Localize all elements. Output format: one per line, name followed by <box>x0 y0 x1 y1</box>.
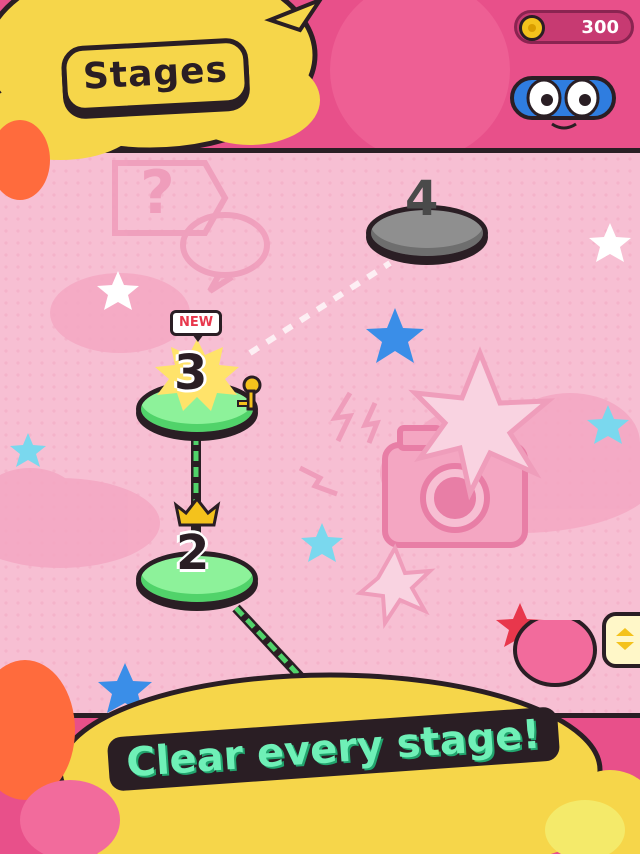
stage-3-number: 3 <box>174 345 208 401</box>
coin-icon <box>519 15 545 41</box>
page-title: Stages <box>60 37 251 114</box>
crown-icon <box>173 496 221 527</box>
new-badge: NEW <box>170 310 222 342</box>
stage-2-number: 2 <box>176 525 210 581</box>
coin-count: 300 <box>581 16 619 38</box>
mascot-icon[interactable] <box>508 68 618 138</box>
key-icon <box>237 375 262 411</box>
decor-circle <box>330 0 510 160</box>
coin-counter: 300 <box>514 10 634 44</box>
stage-4-number: 4 <box>405 171 439 227</box>
